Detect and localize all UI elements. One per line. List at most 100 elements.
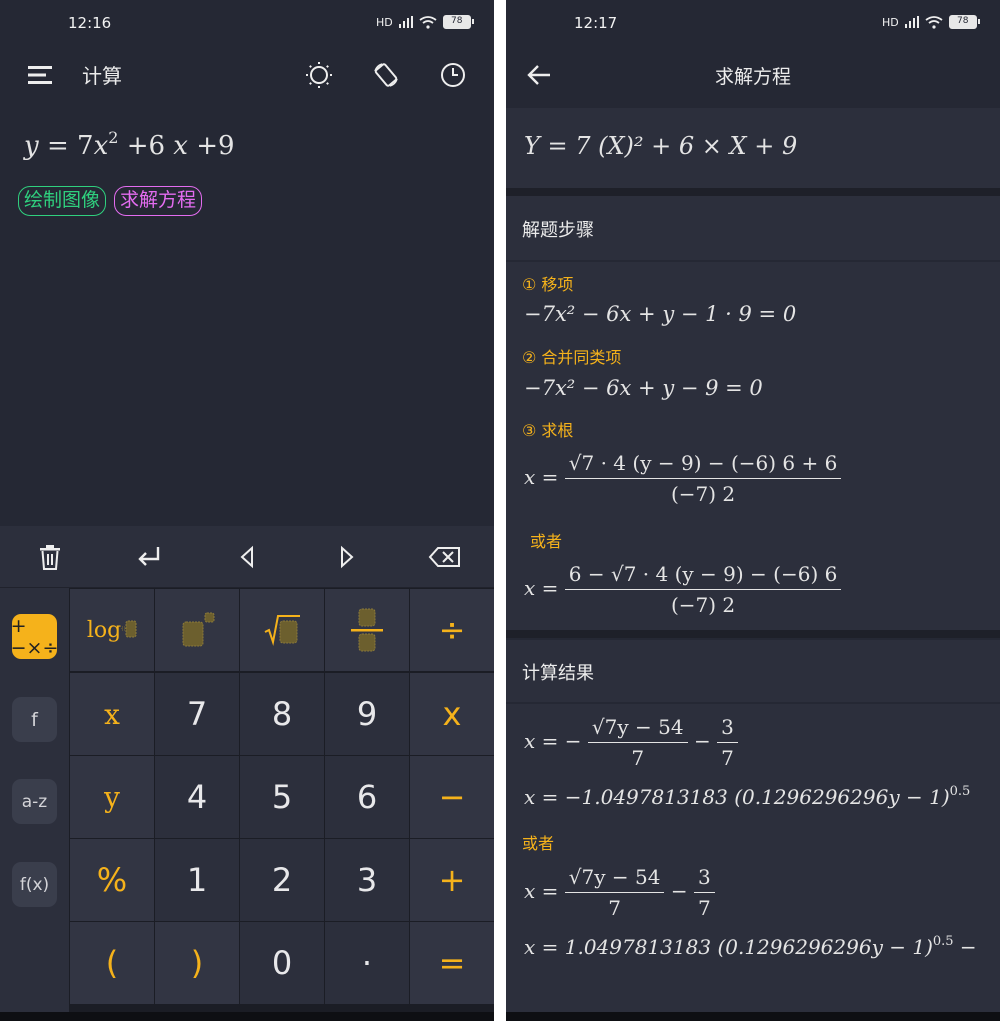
key-divide[interactable]: ÷ bbox=[410, 589, 494, 671]
key-8[interactable]: 8 bbox=[240, 673, 324, 755]
key-log[interactable]: log bbox=[70, 589, 154, 671]
key-close-paren[interactable]: ) bbox=[155, 922, 239, 1004]
result-1-den: 7 bbox=[631, 746, 645, 770]
result-3-prefix: x = bbox=[524, 879, 559, 903]
expr-x2: x bbox=[173, 131, 188, 161]
step-3-alt-denominator: (−7) 2 bbox=[670, 593, 736, 617]
key-percent[interactable]: % bbox=[70, 839, 154, 921]
key-sqrt[interactable] bbox=[240, 589, 324, 671]
signal-icon bbox=[398, 16, 413, 28]
result-1-frac2: 3 7 bbox=[717, 712, 738, 773]
cursor-left-icon[interactable] bbox=[232, 542, 262, 572]
expression-display[interactable]: y = 7x2 +6 x +9 bbox=[24, 128, 235, 161]
result-1-minus: − bbox=[693, 729, 711, 753]
backspace-icon[interactable] bbox=[426, 542, 464, 572]
step-3-alt-numerator: 6 − √7 · 4 (y − 9) − (−6) 6 bbox=[564, 559, 842, 590]
result-4-exp: 0.5 bbox=[932, 934, 954, 949]
step-3-denominator: (−7) 2 bbox=[670, 482, 736, 506]
key-9[interactable]: 9 bbox=[325, 673, 409, 755]
sqrt-template-icon bbox=[264, 615, 300, 646]
result-1-den2: 7 bbox=[721, 746, 734, 770]
key-1[interactable]: 1 bbox=[155, 839, 239, 921]
solve-equation-screen: 12:17 HD 78 求解方程 Y = 7 (X)² + 6 × X + 9 … bbox=[506, 0, 1000, 1021]
divider bbox=[506, 188, 1000, 196]
key-4[interactable]: 4 bbox=[155, 756, 239, 838]
theme-sun-icon[interactable] bbox=[304, 60, 334, 90]
result-2-exp: 0.5 bbox=[949, 784, 971, 799]
key-open-paren[interactable]: ( bbox=[70, 922, 154, 1004]
key-6[interactable]: 6 bbox=[325, 756, 409, 838]
function-mode-button[interactable]: f bbox=[12, 697, 57, 742]
plot-graph-button[interactable]: 绘制图像 bbox=[18, 186, 107, 216]
steps-body: ① 移项 −7x² − 6x + y − 1 · 9 = 0 ② 合并同类项 −… bbox=[506, 262, 1000, 630]
menu-icon[interactable] bbox=[26, 62, 54, 88]
key-multiply[interactable]: x bbox=[410, 673, 494, 755]
step-3-label: ③ 求根 bbox=[522, 421, 574, 440]
history-clock-icon[interactable] bbox=[438, 60, 468, 90]
key-decimal[interactable]: · bbox=[325, 922, 409, 1004]
letters-mode-button[interactable]: a-z bbox=[12, 779, 57, 824]
result-3-num2: 3 bbox=[693, 862, 715, 893]
or-label-2: 或者 bbox=[522, 834, 555, 853]
screenshot-root: 12:16 HD 78 计算 y = 7x2 +6 x +9 绘制图像 求解方程 bbox=[0, 0, 1000, 1021]
steps-header: 解题步骤 bbox=[506, 196, 1000, 260]
result-1: x = − √7y − 54 7 − 3 7 bbox=[524, 712, 738, 773]
key-plus[interactable]: + bbox=[410, 839, 494, 921]
key-log-label: log bbox=[86, 617, 122, 643]
key-0[interactable]: 0 bbox=[240, 922, 324, 1004]
signal-icon bbox=[904, 16, 919, 28]
step-3-x: x = bbox=[524, 465, 559, 489]
key-y[interactable]: y bbox=[70, 756, 154, 838]
result-1-num2: 3 bbox=[717, 712, 738, 743]
fx-mode-button[interactable]: f(x) bbox=[12, 862, 57, 907]
expr-coef: 7 bbox=[77, 131, 94, 161]
result-3-frac2: 3 7 bbox=[693, 862, 715, 923]
fraction-template-icon bbox=[351, 608, 383, 652]
key-x[interactable]: x bbox=[70, 673, 154, 755]
key-7[interactable]: 7 bbox=[155, 673, 239, 755]
rotate-screen-icon[interactable] bbox=[371, 60, 401, 90]
status-time: 12:17 bbox=[574, 14, 618, 32]
expr-term3: +9 bbox=[196, 131, 235, 161]
key-minus[interactable]: − bbox=[410, 756, 494, 838]
result-1-num: √7y − 54 bbox=[587, 712, 688, 743]
network-label: HD bbox=[376, 15, 393, 29]
result-3-frac: √7y − 54 7 bbox=[564, 862, 665, 923]
keypad: log ÷ x 7 8 9 x y 4 5 6 − % 1 2 3 + ( ) … bbox=[69, 588, 494, 1013]
placeholder-box-icon bbox=[121, 620, 137, 638]
expr-x: x bbox=[93, 131, 109, 161]
key-5[interactable]: 5 bbox=[240, 756, 324, 838]
or-label: 或者 bbox=[530, 532, 563, 551]
expr-y: y bbox=[24, 131, 39, 161]
step-3-formula: x = √7 · 4 (y − 9) − (−6) 6 + 6 (−7) 2 bbox=[524, 448, 842, 509]
solve-equation-button[interactable]: 求解方程 bbox=[114, 186, 203, 216]
status-time: 12:16 bbox=[68, 14, 112, 32]
status-bar: 12:16 HD 78 bbox=[0, 0, 494, 48]
result-body: x = − √7y − 54 7 − 3 7 x = −1.0497813183… bbox=[506, 704, 1000, 1012]
key-power[interactable] bbox=[155, 589, 239, 671]
battery-icon: 78 bbox=[948, 15, 980, 29]
step-1-formula: −7x² − 6x + y − 1 · 9 = 0 bbox=[524, 302, 797, 326]
key-3[interactable]: 3 bbox=[325, 839, 409, 921]
key-fraction[interactable] bbox=[325, 589, 409, 671]
step-2-label: ② 合并同类项 bbox=[522, 348, 622, 367]
enter-icon[interactable] bbox=[134, 542, 164, 572]
status-icons: HD 78 bbox=[882, 15, 980, 29]
cursor-right-icon[interactable] bbox=[332, 542, 362, 572]
status-bar: 12:17 HD 78 bbox=[506, 0, 1000, 48]
equation-card: Y = 7 (X)² + 6 × X + 9 bbox=[506, 108, 1000, 188]
key-2[interactable]: 2 bbox=[240, 839, 324, 921]
trash-icon[interactable] bbox=[36, 542, 64, 572]
nav-bar bbox=[0, 1012, 494, 1021]
result-1-prefix: x = − bbox=[524, 729, 582, 753]
result-1-frac: √7y − 54 7 bbox=[587, 712, 688, 773]
nav-bar bbox=[506, 1012, 1000, 1021]
page-title: 求解方程 bbox=[714, 66, 791, 88]
step-3-numerator: √7 · 4 (y − 9) − (−6) 6 + 6 bbox=[564, 448, 842, 479]
equation-text: Y = 7 (X)² + 6 × X + 9 bbox=[524, 132, 798, 160]
result-3-num: √7y − 54 bbox=[564, 862, 665, 893]
operators-mode-button[interactable]: +−×÷ bbox=[11, 614, 58, 659]
wifi-icon bbox=[925, 15, 943, 29]
result-2: x = −1.0497813183 (0.1296296296y − 1)0.5 bbox=[524, 784, 970, 809]
key-equals[interactable]: = bbox=[410, 922, 494, 1004]
